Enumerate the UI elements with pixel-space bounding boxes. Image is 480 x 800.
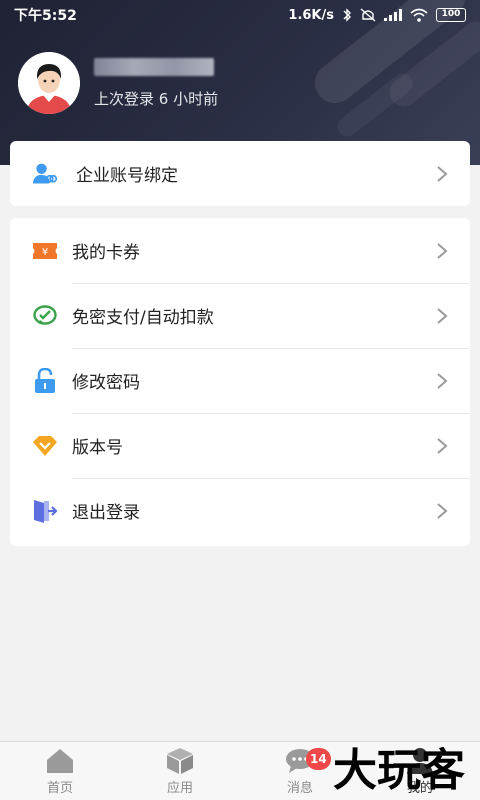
menu-item-label: 版本号 [72,438,123,458]
avatar[interactable] [18,52,80,114]
lock-icon [32,367,58,394]
battery-indicator: 100 [436,8,466,22]
logout-door-icon [32,498,58,524]
tab-label: 消息 [286,780,313,796]
chevron-right-icon [437,437,448,454]
settings-card: ¥ 我的卡券 免密支付/自动扣款 修改密码 版本号 退出登录 [10,218,470,546]
unread-badge: 14 [306,748,331,770]
menu-item-version[interactable]: 版本号 [10,413,470,478]
last-login-text: 上次登录 6 小时前 [94,89,219,108]
bluetooth-icon [342,8,352,22]
status-bar: 下午5:52 1.6K/s 100 [0,0,480,30]
menu-item-change-password[interactable]: 修改密码 [10,348,470,413]
watermark-logo: 大玩客 [333,745,465,796]
menu-item-label: 我的卡券 [72,243,140,263]
menu-item-label: 企业账号绑定 [76,166,178,186]
menu-item-label: 免密支付/自动扣款 [72,308,214,328]
home-icon [45,747,75,775]
tab-label: 应用 [166,780,193,796]
signal-icon [384,9,402,21]
chevron-right-icon [437,502,448,519]
tab-label: 首页 [46,780,73,796]
wechat-pay-icon [32,303,58,329]
chevron-right-icon [437,242,448,259]
enterprise-card: 企业账号绑定 [10,141,470,206]
menu-item-label: 退出登录 [72,503,140,523]
username-redacted [94,57,214,76]
menu-item-my-coupons[interactable]: ¥ 我的卡券 [10,218,470,283]
network-speed: 1.6K/s [288,7,334,23]
coupon-icon: ¥ [32,238,58,264]
menu-item-label: 修改密码 [72,373,140,393]
svg-text:¥: ¥ [42,247,48,258]
cube-icon [165,747,195,775]
menu-item-password-free-pay[interactable]: 免密支付/自动扣款 [10,283,470,348]
alarm-off-icon [360,8,376,22]
user-profile[interactable]: 上次登录 6 小时前 [18,52,218,114]
version-diamond-icon [32,433,58,459]
chevron-right-icon [437,307,448,324]
chevron-right-icon [437,165,448,182]
enterprise-user-link-icon [32,161,58,187]
wifi-icon [410,8,428,22]
status-time: 下午5:52 [14,8,77,24]
menu-item-enterprise-binding[interactable]: 企业账号绑定 [10,141,470,206]
tab-home[interactable]: 首页 [0,742,120,800]
tab-apps[interactable]: 应用 [120,742,240,800]
chevron-right-icon [437,372,448,389]
menu-item-logout[interactable]: 退出登录 [10,478,470,543]
